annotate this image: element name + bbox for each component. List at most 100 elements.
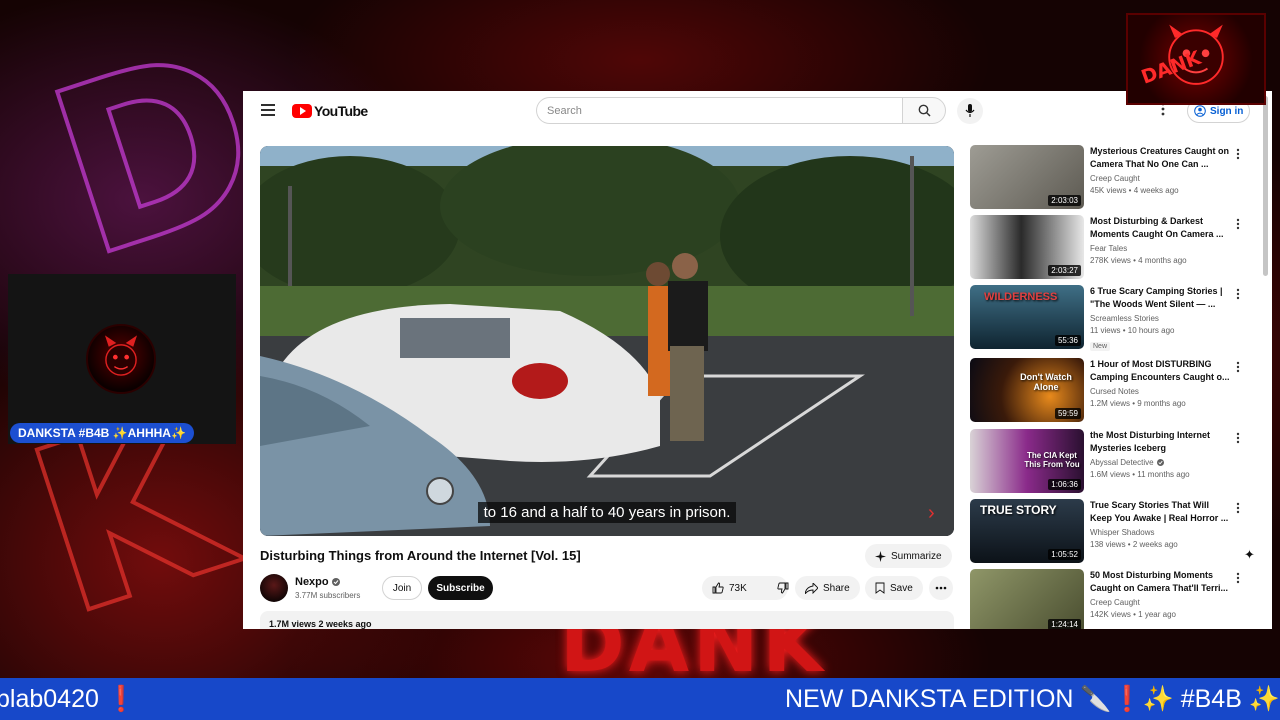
recommendation-item[interactable]: TRUE STORY 1:05:52 True Scary Stories Th…: [970, 499, 1246, 565]
duration-badge: 2:03:27: [1048, 265, 1081, 276]
recommendation-channel-text: Whisper Shadows: [1090, 528, 1155, 537]
recommendation-title[interactable]: 1 Hour of Most DISTURBING Camping Encoun…: [1090, 358, 1232, 384]
recommendation-item[interactable]: 2:03:27 Most Disturbing & Darkest Moment…: [970, 215, 1246, 281]
video-thumbnail[interactable]: 2:03:27: [970, 215, 1084, 279]
thumbnail-caption: WILDERNESS: [984, 291, 1058, 303]
thumbnail-caption: TRUE STORY: [980, 503, 1057, 517]
video-thumbnail[interactable]: 1:24:14: [970, 569, 1084, 629]
save-button[interactable]: Save: [865, 576, 923, 600]
recommendation-info: Most Disturbing & Darkest Moments Caught…: [1090, 215, 1232, 265]
ticker-right-text: NEW DANKSTA EDITION 🔪❗✨ #B4B ✨: [785, 685, 1280, 713]
recommendation-meta: 1.6M views • 11 months ago: [1090, 470, 1190, 479]
description-box[interactable]: 1.7M views 2 weeks ago: [260, 611, 954, 629]
recommendation-channel-text: Abyssal Detective: [1090, 458, 1154, 467]
share-label: Share: [823, 582, 850, 594]
recommendation-channel[interactable]: Fear Tales: [1090, 244, 1232, 253]
video-thumbnail[interactable]: 2:03:03: [970, 145, 1084, 209]
recommendation-meta: 278K views • 4 months ago: [1090, 256, 1187, 265]
subtitle-text: to 16 and a half to 40 years in prison.: [477, 502, 737, 523]
channel-name[interactable]: Nexpo: [295, 576, 340, 588]
search-input[interactable]: [536, 97, 902, 124]
recommendation-info: 50 Most Disturbing Moments Caught on Cam…: [1090, 569, 1232, 619]
ask-sparkle-icon[interactable]: ✦: [1244, 547, 1255, 563]
recommendation-item[interactable]: WILDERNESS 55:36 6 True Scary Camping St…: [970, 285, 1246, 351]
youtube-play-icon: [292, 104, 312, 118]
thumbnail-caption: Don't Watch Alone: [1020, 372, 1072, 392]
menu-icon[interactable]: [261, 104, 275, 116]
devil-avatar-icon: [104, 335, 138, 376]
new-badge: New: [1090, 342, 1111, 351]
share-button[interactable]: Share: [795, 576, 860, 600]
recommendation-item[interactable]: 2:03:03 Mysterious Creatures Caught on C…: [970, 145, 1246, 211]
recommendation-title[interactable]: 50 Most Disturbing Moments Caught on Cam…: [1090, 569, 1232, 595]
video-thumbnail[interactable]: WILDERNESS 55:36: [970, 285, 1084, 349]
recommendation-title[interactable]: Most Disturbing & Darkest Moments Caught…: [1090, 215, 1232, 241]
more-options-icon[interactable]: [1236, 571, 1240, 589]
search-button[interactable]: [902, 97, 946, 124]
recommendation-channel-text: Screamless Stories: [1090, 314, 1159, 323]
recommendation-meta: 142K views • 1 year ago: [1090, 610, 1176, 619]
search-icon: [918, 104, 931, 117]
recommendation-title[interactable]: 6 True Scary Camping Stories | "The Wood…: [1090, 285, 1232, 311]
recommendation-meta: 138 views • 2 weeks ago: [1090, 540, 1178, 549]
voice-search-button[interactable]: [957, 98, 983, 124]
recommendation-meta: 45K views • 4 weeks ago: [1090, 186, 1179, 195]
like-dislike-group: 73K: [702, 576, 789, 600]
more-options-icon[interactable]: [1236, 431, 1240, 449]
verified-icon: [331, 578, 340, 586]
subscribe-button[interactable]: Subscribe: [428, 576, 493, 600]
ticker-left-text: blab0420: [0, 685, 99, 713]
video-player[interactable]: to 16 and a half to 40 years in prison. …: [260, 146, 954, 536]
sign-in-label: Sign in: [1210, 105, 1244, 117]
more-actions-button[interactable]: [929, 576, 953, 600]
ticker-left-mark: ❗: [105, 685, 137, 713]
duration-badge: 1:06:36: [1048, 479, 1081, 490]
view-date-meta: 1.7M views 2 weeks ago: [269, 619, 372, 629]
recommendation-title[interactable]: the Most Disturbing Internet Mysteries I…: [1090, 429, 1232, 455]
duration-badge: 1:24:14: [1048, 619, 1081, 629]
recommendation-title[interactable]: Mysterious Creatures Caught on Camera Th…: [1090, 145, 1232, 171]
recommendation-item[interactable]: The CIA Kept This From You 1:06:36 the M…: [970, 429, 1246, 495]
recommendation-channel[interactable]: Creep Caught: [1090, 598, 1232, 607]
verified-icon: [1156, 459, 1164, 466]
thumbs-down-icon: [777, 582, 789, 594]
summarize-label: Summarize: [891, 550, 942, 562]
recommendation-info: 6 True Scary Camping Stories | "The Wood…: [1090, 285, 1232, 353]
video-thumbnail[interactable]: The CIA Kept This From You 1:06:36: [970, 429, 1084, 493]
recommendation-title[interactable]: True Scary Stories That Will Keep You Aw…: [1090, 499, 1232, 525]
recommendation-channel[interactable]: Cursed Notes: [1090, 387, 1232, 396]
video-thumbnail[interactable]: TRUE STORY 1:05:52: [970, 499, 1084, 563]
page-scrollbar[interactable]: [1263, 96, 1268, 276]
recommendation-channel[interactable]: Screamless Stories: [1090, 314, 1232, 323]
more-options-icon[interactable]: [1236, 287, 1240, 305]
duration-badge: 1:05:52: [1048, 549, 1081, 560]
next-video-icon[interactable]: ›: [928, 502, 935, 525]
thumbnail-caption: The CIA Kept This From You: [1024, 451, 1080, 469]
youtube-window: YouTube Search Sign in to 16 and a half …: [243, 91, 1272, 629]
more-options-icon[interactable]: [1236, 217, 1240, 235]
more-options-icon[interactable]: [1236, 360, 1240, 378]
recommendation-channel[interactable]: Creep Caught: [1090, 174, 1232, 183]
recommendation-channel[interactable]: Abyssal Detective: [1090, 458, 1232, 467]
dislike-button[interactable]: [767, 576, 799, 600]
ticker-bar: blab0420 ❗ NEW DANKSTA EDITION 🔪❗✨ #B4B …: [0, 678, 1280, 720]
more-options-icon[interactable]: [1236, 501, 1240, 519]
channel-avatar[interactable]: [260, 574, 288, 602]
share-icon: [805, 582, 818, 594]
youtube-logo[interactable]: YouTube: [292, 102, 368, 120]
search-bar: [536, 97, 946, 124]
more-options-icon[interactable]: [1236, 147, 1240, 165]
recommendation-item[interactable]: 1:24:14 50 Most Disturbing Moments Caugh…: [970, 569, 1246, 629]
summarize-button[interactable]: Summarize: [865, 544, 952, 568]
cam-name-tag: DANKSTA #B4B ✨AHHHA✨: [10, 423, 194, 443]
recommendation-channel-text: Cursed Notes: [1090, 387, 1139, 396]
video-thumbnail[interactable]: Don't Watch Alone 59:59: [970, 358, 1084, 422]
duration-badge: 2:03:03: [1048, 195, 1081, 206]
recommendation-channel[interactable]: Whisper Shadows: [1090, 528, 1232, 537]
join-button[interactable]: Join: [382, 576, 422, 600]
devil-logo-icon: DANK: [1138, 24, 1224, 89]
like-button[interactable]: 73K: [702, 576, 757, 600]
sparkle-icon: [875, 550, 886, 562]
recommendation-item[interactable]: Don't Watch Alone 59:59 1 Hour of Most D…: [970, 358, 1246, 424]
recommendation-meta: 1.2M views • 9 months ago: [1090, 399, 1186, 408]
